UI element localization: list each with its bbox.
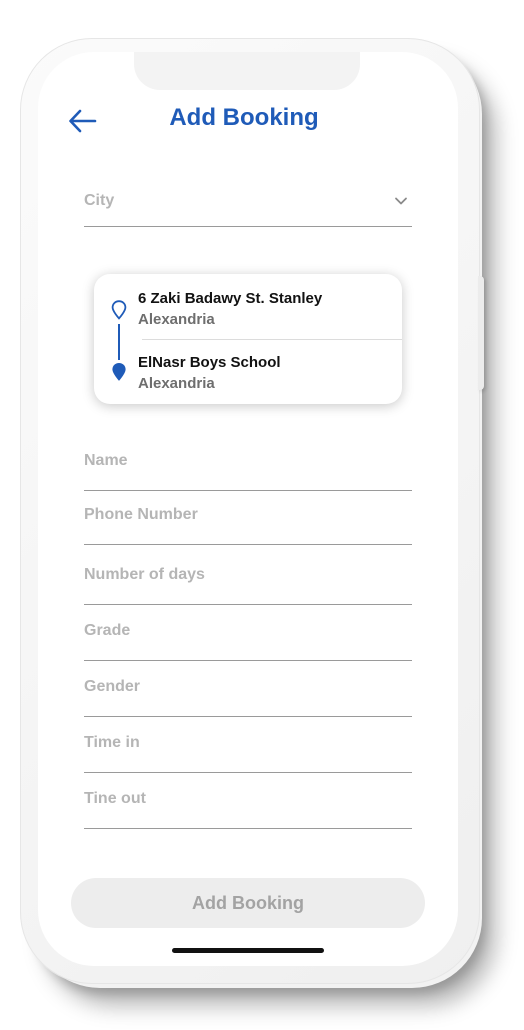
phone-number-field[interactable] [84,506,412,545]
canvas: Add Booking City 6 Zaki Badawy St. Stanl… [0,0,524,1030]
number-of-days-field[interactable] [84,566,412,605]
time-out-input[interactable] [84,790,412,808]
dropoff-address: ElNasr Boys School [138,354,281,371]
phone-number-input[interactable] [84,506,412,524]
route-connector-line [118,324,120,360]
location-pin-outline-icon [111,300,127,320]
city-dropdown-label: City [84,192,115,209]
name-input[interactable] [84,452,412,470]
pickup-address: 6 Zaki Badawy St. Stanley [138,290,323,307]
gender-field[interactable] [84,678,412,717]
name-field[interactable] [84,452,412,491]
pickup-city: Alexandria [138,311,215,328]
gender-input[interactable] [84,678,412,696]
chevron-down-icon [395,197,407,205]
phone-notch [134,52,360,90]
grade-input[interactable] [84,622,412,640]
grade-field[interactable] [84,622,412,661]
time-out-field[interactable] [84,790,412,829]
route-card[interactable]: 6 Zaki Badawy St. Stanley Alexandria ElN… [94,274,402,404]
route-card-divider [142,339,402,340]
time-in-field[interactable] [84,734,412,773]
add-booking-button[interactable]: Add Booking [71,878,425,928]
city-dropdown[interactable]: City [84,188,412,227]
phone-screen: Add Booking City 6 Zaki Badawy St. Stanl… [38,52,458,966]
home-indicator [172,948,324,953]
number-of-days-input[interactable] [84,566,412,584]
time-in-input[interactable] [84,734,412,752]
phone-side-button [478,276,484,390]
location-pin-filled-icon [112,363,126,381]
page-title: Add Booking [169,104,319,131]
dropoff-city: Alexandria [138,375,215,392]
